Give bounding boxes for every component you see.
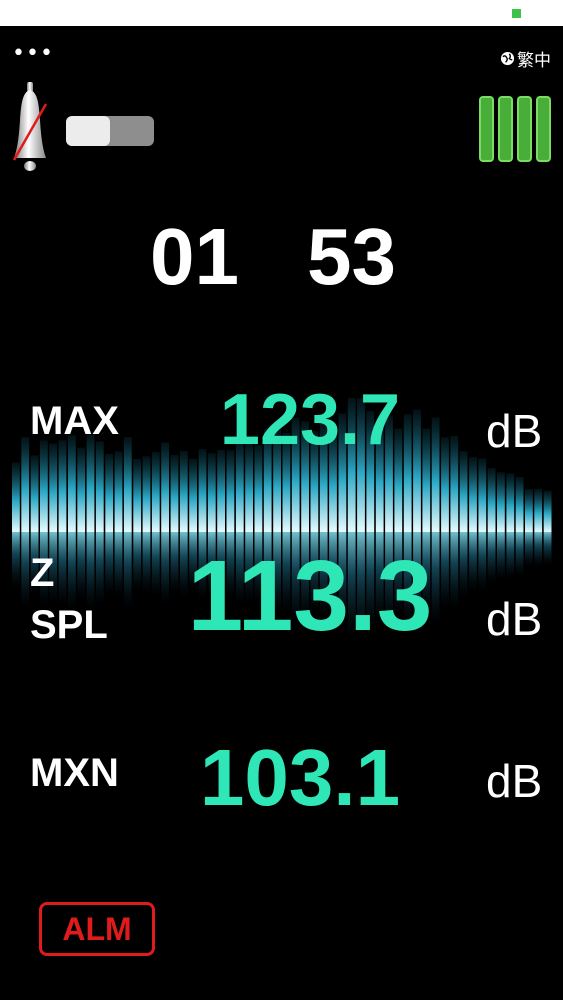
spectrum-reflection-bar — [58, 532, 67, 606]
mxn-label: MXN — [30, 751, 119, 795]
bell-muted-icon[interactable] — [10, 80, 50, 174]
spectrum-bar — [534, 488, 543, 532]
spectrum-reflection-bar — [77, 532, 86, 600]
alarm-button[interactable]: ALM — [39, 902, 155, 956]
spectrum-bar — [459, 451, 468, 532]
timer-seconds: 53 — [307, 212, 396, 301]
battery-bar — [479, 96, 494, 162]
spectrum-reflection-bar — [133, 532, 142, 591]
mode-toggle[interactable] — [66, 116, 154, 146]
spectrum-bar — [525, 489, 533, 532]
spectrum-bar — [40, 440, 48, 532]
max-label: MAX — [30, 399, 119, 443]
spectrum-bar — [543, 490, 552, 532]
spectrum-bar — [77, 447, 86, 532]
spectrum-bar — [86, 434, 95, 532]
spectrum-bar — [58, 440, 67, 532]
spectrum-bar — [21, 437, 30, 532]
spectrum-bar — [198, 449, 207, 532]
spectrum-bar — [133, 459, 142, 532]
spectrum-reflection-bar — [12, 532, 20, 588]
spl-value: 113.3 — [187, 540, 433, 652]
spectrum-bar — [497, 472, 505, 532]
spectrum-bar — [189, 458, 197, 532]
weighting-label: Z — [30, 551, 55, 595]
spectrum-reflection-bar — [525, 532, 533, 567]
toggle-knob — [66, 116, 110, 146]
max-unit: dB — [486, 405, 543, 457]
elapsed-timer: 01 53 — [0, 212, 563, 302]
spectrum-bar — [49, 443, 58, 532]
more-dots-icon: ••• — [12, 41, 54, 66]
spl-label: SPL — [30, 603, 108, 647]
spectrum-bar — [105, 453, 114, 532]
spectrum-bar — [151, 451, 160, 532]
mxn-value: 103.1 — [199, 733, 401, 822]
status-indicator — [512, 9, 521, 18]
mxn-unit: dB — [486, 755, 543, 807]
spectrum-bar — [95, 441, 104, 532]
spectrum-bar — [114, 451, 123, 532]
spectrum-bar — [217, 449, 225, 532]
spectrum-reflection-bar — [487, 532, 496, 584]
spectrum-reflection-bar — [469, 532, 477, 592]
battery-level-indicator — [479, 96, 551, 162]
spectrum-bar — [226, 450, 235, 532]
spectrum-bar — [506, 473, 515, 532]
globe-icon — [500, 51, 515, 66]
spectrum-reflection-bar — [543, 532, 552, 565]
language-label: 繁中 — [517, 51, 551, 71]
spectrum-reflection-bar — [497, 532, 505, 580]
spectrum-bar — [515, 477, 524, 532]
spectrum-reflection-bar — [123, 532, 132, 608]
spectrum-reflection-bar — [86, 532, 95, 610]
spectrum-bar — [30, 455, 39, 532]
spl-unit: dB — [486, 593, 543, 645]
battery-bar — [517, 96, 532, 162]
spectrum-reflection-bar — [506, 532, 515, 579]
status-strip — [0, 0, 563, 26]
spectrum-bar — [123, 437, 132, 532]
spectrum-reflection-bar — [21, 532, 30, 608]
spectrum-reflection-bar — [68, 532, 76, 610]
spectrum-reflection-bar — [95, 532, 104, 605]
spectrum-reflection-bar — [114, 532, 123, 597]
max-value: 123.7 — [219, 380, 401, 460]
spectrum-reflection-bar — [515, 532, 524, 576]
spectrum-bar — [12, 462, 20, 532]
battery-bar — [536, 96, 551, 162]
spectrum-bar — [68, 435, 76, 532]
spectrum-bar — [487, 468, 496, 532]
spectrum-bar — [478, 458, 487, 532]
spectrum-bar — [179, 451, 188, 532]
spectrum-bar — [142, 456, 151, 532]
spectrum-bar — [170, 454, 179, 532]
spectrum-reflection-bar — [105, 532, 114, 595]
battery-bar — [498, 96, 513, 162]
language-button[interactable]: 繁中 — [500, 46, 551, 71]
spectrum-bar — [207, 453, 216, 532]
spectrum-bar — [469, 457, 477, 532]
timer-minutes: 01 — [150, 212, 239, 301]
spectrum-reflection-bar — [478, 532, 487, 591]
more-menu-button[interactable]: ••• — [12, 41, 54, 66]
spectrum-reflection-bar — [534, 532, 543, 567]
